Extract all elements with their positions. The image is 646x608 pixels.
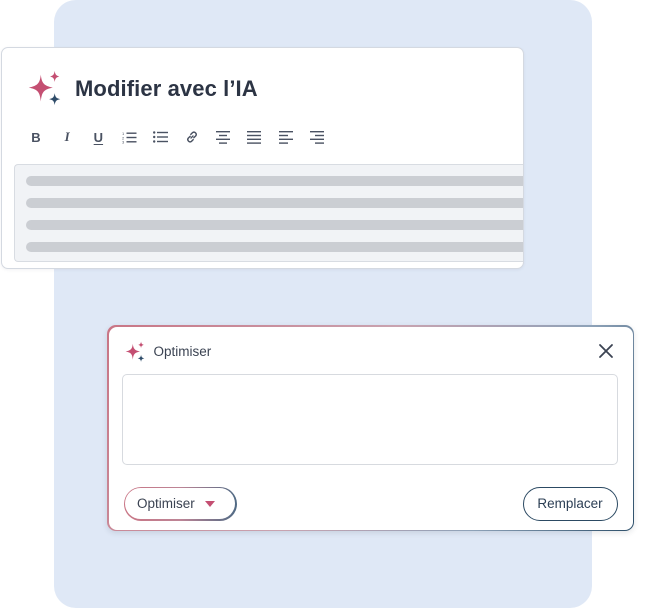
prompt-input[interactable] <box>121 373 618 465</box>
svg-text:3: 3 <box>122 139 125 143</box>
editor-text-area[interactable] <box>14 164 523 262</box>
align-center-button[interactable] <box>210 127 236 147</box>
placeholder-text-line <box>26 242 523 252</box>
bold-icon: B <box>31 129 41 145</box>
underline-icon: U <box>93 129 104 145</box>
illustration-stage: Modifier avec l’IA B I U 1 2 3 Optimiser… <box>0 0 646 608</box>
link-icon <box>187 131 197 143</box>
mode-select-value: Optimiser <box>137 496 195 511</box>
sparkle-icon <box>28 70 61 106</box>
placeholder-text-line <box>26 220 523 230</box>
optimize-dialog-body: Optimiser Optimiser Remplacer <box>108 326 633 530</box>
editor-header: Modifier avec l’IA <box>26 70 258 107</box>
replace-button[interactable]: Remplacer <box>522 486 618 521</box>
ordered-list-icon: 1 2 3 <box>122 131 137 144</box>
mode-select[interactable]: Optimiser <box>123 486 237 521</box>
placeholder-text-line <box>26 198 523 208</box>
dialog-title: Optimiser <box>153 344 212 359</box>
align-left-icon <box>278 130 293 144</box>
caret-down-icon <box>204 500 215 507</box>
bullet-list-button[interactable] <box>148 127 174 147</box>
ai-editor-card: Modifier avec l’IA B I U 1 2 3 <box>1 47 524 269</box>
bold-button[interactable]: B <box>23 127 49 147</box>
align-right-icon <box>309 130 324 144</box>
placeholder-text-line <box>26 176 523 186</box>
link-button[interactable] <box>179 127 205 147</box>
underline-button[interactable]: U <box>85 127 111 147</box>
align-center-icon <box>216 130 231 144</box>
optimize-dialog: Optimiser Optimiser Remplacer <box>107 325 634 531</box>
italic-icon: I <box>64 129 70 144</box>
ordered-list-button[interactable]: 1 2 3 <box>117 127 143 147</box>
mode-select-field: Optimiser <box>125 488 235 519</box>
dialog-header: Optimiser <box>124 341 212 363</box>
align-justify-button[interactable] <box>241 127 267 147</box>
italic-button[interactable]: I <box>54 127 80 147</box>
align-left-button[interactable] <box>273 127 299 147</box>
sparkle-icon <box>125 341 144 362</box>
align-right-button[interactable] <box>304 127 330 147</box>
formatting-toolbar: B I U 1 2 3 <box>23 127 335 147</box>
close-icon[interactable] <box>597 342 615 360</box>
bullet-list-icon <box>153 131 169 143</box>
editor-title: Modifier avec l’IA <box>75 75 258 101</box>
align-justify-icon <box>247 130 262 144</box>
